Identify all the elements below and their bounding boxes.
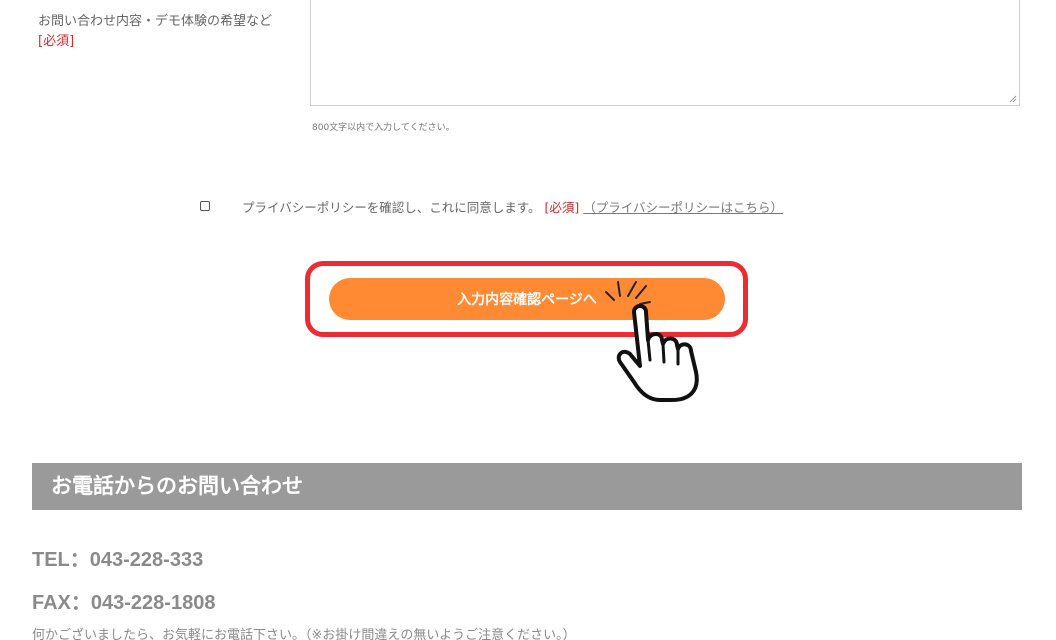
phone-section-heading: お電話からのお問い合わせ (32, 463, 1022, 510)
privacy-required-tag: [必須] (544, 199, 580, 215)
inquiry-label-text: お問い合わせ内容・デモ体験の希望など (38, 14, 273, 29)
inquiry-required-tag: [必須] (38, 34, 75, 49)
privacy-consent-text: プライバシーポリシーを確認し、これに同意します。 (242, 199, 541, 215)
resize-grip-icon[interactable] (1009, 95, 1017, 103)
phone-note: 何かございましたら、お気軽にお電話下さい。（※お掛け間違えの無いようご注意くださ… (32, 628, 576, 640)
inquiry-field-label: お問い合わせ内容・デモ体験の希望など [必須] (38, 12, 288, 52)
inquiry-textarea[interactable] (310, 0, 1020, 106)
tel-number: TEL：043-228-333 (32, 549, 204, 571)
hand-pointer-icon (605, 281, 699, 402)
char-limit-hint: 800文字以内で入力してください。 (312, 123, 455, 133)
privacy-consent-checkbox[interactable] (200, 201, 210, 211)
privacy-policy-link[interactable]: （プライバシーポリシーはこちら） (583, 197, 783, 216)
fax-number: FAX：043-228-1808 (32, 592, 216, 614)
contact-page: お問い合わせ内容・デモ体験の希望など [必須] 800文字以内で入力してください… (0, 0, 1056, 640)
privacy-consent-row: プライバシーポリシーを確認し、これに同意します。 [必須] （プライバシーポリシ… (200, 196, 783, 216)
